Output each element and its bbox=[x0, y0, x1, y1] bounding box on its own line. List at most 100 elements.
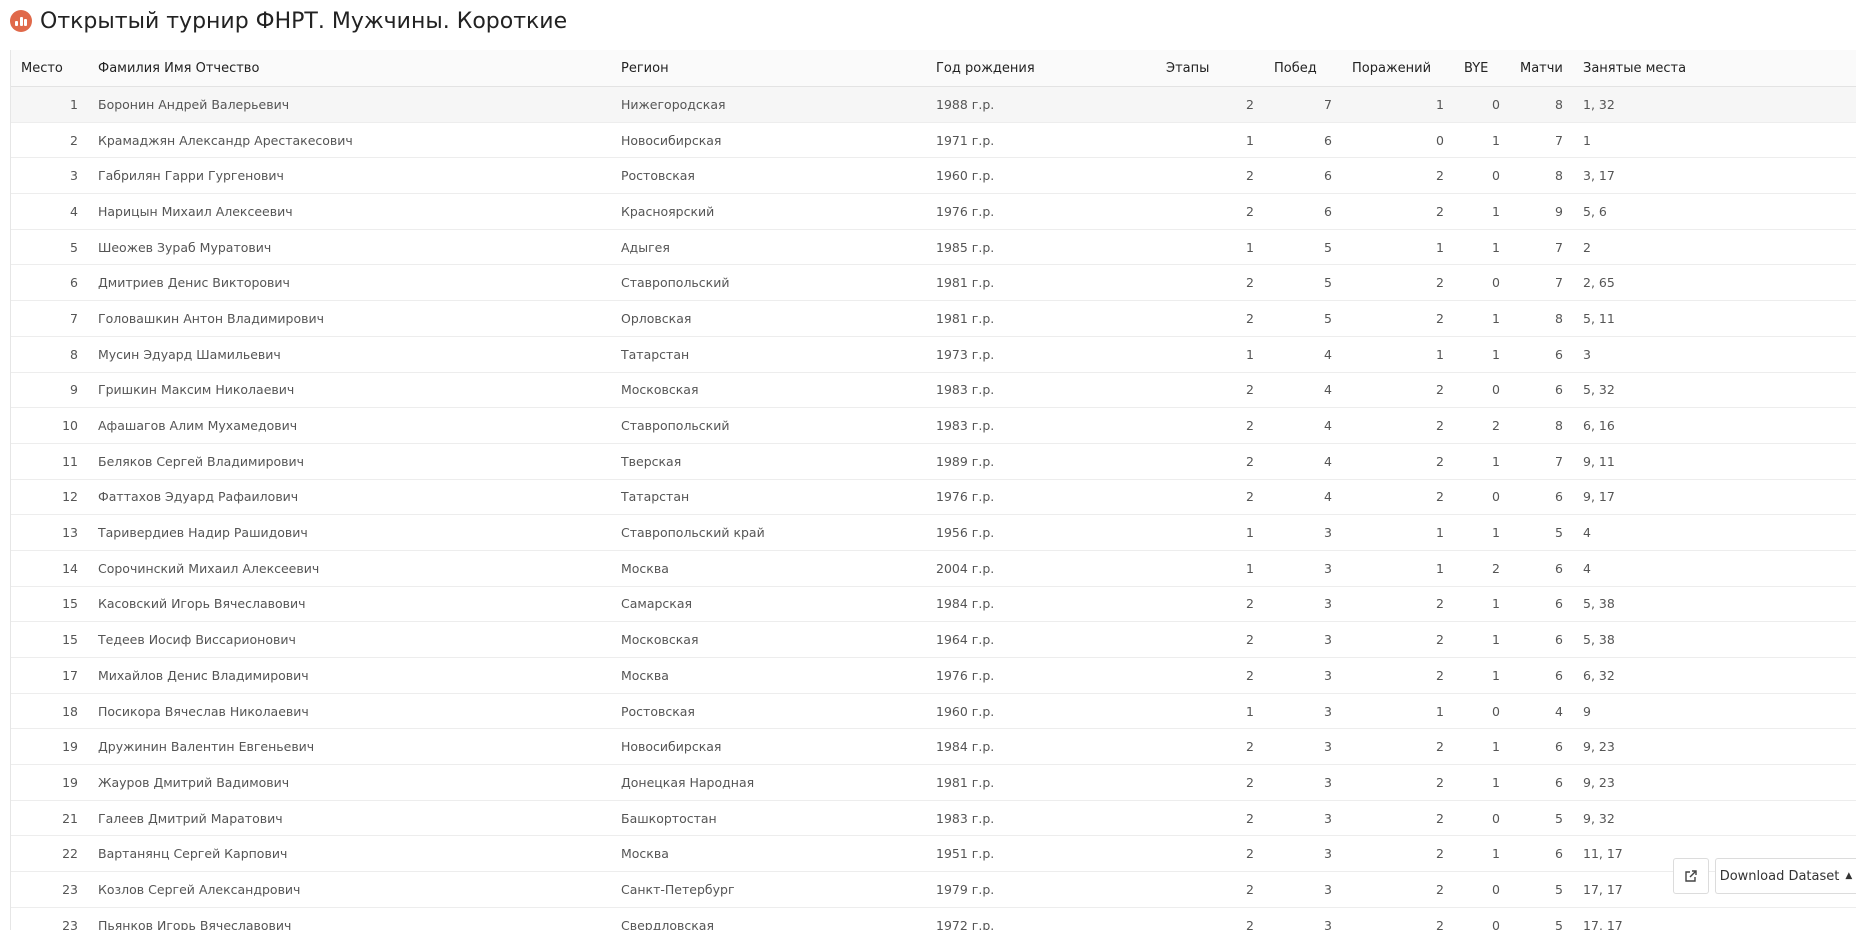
table-cell: 17, 17 bbox=[1573, 907, 1856, 930]
table-row: 18 Посикора Вячеслав Николаевич Ростовская… bbox=[11, 693, 1856, 730]
table-cell: 1976 г.р. bbox=[926, 657, 1156, 694]
table-cell: 1951 г.р. bbox=[926, 835, 1156, 873]
table-cell: 11 bbox=[11, 443, 88, 480]
column-header-bye[interactable]: BYE bbox=[1454, 50, 1510, 87]
column-header-losses[interactable]: Поражений bbox=[1342, 50, 1454, 87]
table-cell: 2 bbox=[1342, 586, 1454, 623]
table-row: 11 Беляков Сергей Владимирович Тверская 198… bbox=[11, 443, 1856, 480]
table-cell: Москва bbox=[611, 550, 926, 587]
table-row: 1 Боронин Андрей Валерьевич Нижегородская 1… bbox=[11, 86, 1856, 123]
table-row: 8 Мусин Эдуард Шамильевич Татарстан 1973 г.… bbox=[11, 336, 1856, 373]
table-cell: 4 bbox=[11, 193, 88, 230]
table-cell: Самарская bbox=[611, 586, 926, 623]
table-cell: 1 bbox=[1342, 693, 1454, 730]
table-cell: Ростовская bbox=[611, 693, 926, 730]
table-cell: 4 bbox=[1264, 479, 1342, 516]
column-header-matches[interactable]: Матчи bbox=[1510, 50, 1573, 87]
table-cell: 2 bbox=[1342, 835, 1454, 873]
table-cell: 6 bbox=[1510, 550, 1573, 587]
table-cell: 6 bbox=[1510, 372, 1573, 409]
table-cell: 0 bbox=[1454, 479, 1510, 516]
page-title: Открытый турнир ФНРТ. Мужчины. Короткие bbox=[40, 8, 568, 34]
table-cell: 0 bbox=[1454, 907, 1510, 930]
download-dataset-button[interactable]: Download Dataset ▲ bbox=[1715, 858, 1856, 894]
table-cell: 14 bbox=[11, 550, 88, 587]
column-header-places-taken[interactable]: Занятые места bbox=[1573, 50, 1856, 87]
table-cell: Адыгея bbox=[611, 229, 926, 266]
table-cell: 12 bbox=[11, 479, 88, 516]
table-cell: 1 bbox=[1454, 122, 1510, 159]
table-cell: Новосибирская bbox=[611, 728, 926, 766]
table-cell: Москва bbox=[611, 657, 926, 694]
table-cell: Афашагов Алим Мухамедович bbox=[88, 407, 611, 444]
table-cell: 2 bbox=[1156, 907, 1264, 930]
table-cell: 3 bbox=[1264, 728, 1342, 766]
table-cell: 5, 38 bbox=[1573, 621, 1856, 658]
table-cell: 4 bbox=[1264, 336, 1342, 373]
table-cell: Боронин Андрей Валерьевич bbox=[88, 86, 611, 123]
table-cell: 1 bbox=[11, 86, 88, 123]
table-cell: 2004 г.р. bbox=[926, 550, 1156, 587]
table-cell: 4 bbox=[1264, 443, 1342, 480]
table-cell: 1976 г.р. bbox=[926, 479, 1156, 516]
column-header-stages[interactable]: Этапы bbox=[1156, 50, 1264, 87]
table-cell: 5 bbox=[1510, 907, 1573, 930]
table-cell: 8 bbox=[11, 336, 88, 373]
table-row: 21 Галеев Дмитрий Маратович Башкортостан 19… bbox=[11, 800, 1856, 837]
table-cell: 2 bbox=[1342, 157, 1454, 195]
column-header-region[interactable]: Регион bbox=[611, 50, 926, 87]
table-cell: Ростовская bbox=[611, 157, 926, 195]
table-cell: 2 bbox=[1156, 407, 1264, 444]
table-cell: 9, 11 bbox=[1573, 443, 1856, 480]
table-cell: Дмитриев Денис Викторович bbox=[88, 264, 611, 302]
column-header-birth-year[interactable]: Год рождения bbox=[926, 50, 1156, 87]
table-cell: 1973 г.р. bbox=[926, 336, 1156, 373]
table-cell: 6 bbox=[1510, 336, 1573, 373]
table-cell: 1979 г.р. bbox=[926, 871, 1156, 908]
table-row: 9 Гришкин Максим Николаевич Московская 1983… bbox=[11, 372, 1856, 409]
column-header-name[interactable]: Фамилия Имя Отчество bbox=[88, 50, 611, 87]
table-cell: 17 bbox=[11, 657, 88, 694]
table-cell: 1 bbox=[1454, 764, 1510, 801]
table-cell: 0 bbox=[1454, 800, 1510, 837]
table-cell: Дружинин Валентин Евгеньевич bbox=[88, 728, 611, 766]
column-header-wins[interactable]: Побед bbox=[1264, 50, 1342, 87]
table-cell: Новосибирская bbox=[611, 122, 926, 159]
table-cell: 9 bbox=[11, 372, 88, 409]
table-cell: 3 bbox=[1264, 514, 1342, 551]
table-cell: 7 bbox=[1510, 443, 1573, 480]
table-cell: Нижегородская bbox=[611, 86, 926, 123]
table-cell: 2 bbox=[1156, 479, 1264, 516]
table-cell: Фаттахов Эдуард Рафаилович bbox=[88, 479, 611, 516]
column-header-place[interactable]: Место bbox=[11, 50, 88, 87]
table-row: 10 Афашагов Алим Мухамедович Ставропольски… bbox=[11, 407, 1856, 444]
table-cell: 1983 г.р. bbox=[926, 407, 1156, 444]
table-cell: Ставропольский bbox=[611, 264, 926, 302]
table-cell: 2 bbox=[1156, 157, 1264, 195]
table-cell: 1 bbox=[1454, 728, 1510, 766]
table-cell: 3 bbox=[1264, 586, 1342, 623]
table-cell: Гришкин Максим Николаевич bbox=[88, 372, 611, 409]
table-cell: 10 bbox=[11, 407, 88, 444]
table-cell: 2 bbox=[1156, 300, 1264, 337]
table-cell: 6 bbox=[1510, 586, 1573, 623]
table-cell: 0 bbox=[1454, 157, 1510, 195]
table-cell: 7 bbox=[1510, 229, 1573, 266]
table-cell: Тверская bbox=[611, 443, 926, 480]
table-cell: 5 bbox=[1510, 514, 1573, 551]
table-cell: 1981 г.р. bbox=[926, 764, 1156, 801]
table-cell: 8 bbox=[1510, 300, 1573, 337]
table-cell: 1 bbox=[1342, 514, 1454, 551]
table-cell: 4 bbox=[1510, 693, 1573, 730]
table-row: 4 Нарицын Михаил Алексеевич Красноярский 19… bbox=[11, 193, 1856, 230]
results-table: Место Фамилия Имя Отчество Регион Год ро… bbox=[11, 50, 1856, 930]
table-cell: Московская bbox=[611, 372, 926, 409]
table-cell: 2 bbox=[1156, 86, 1264, 123]
table-cell: 3 bbox=[11, 157, 88, 195]
table-cell: 15 bbox=[11, 621, 88, 658]
table-cell: 1964 г.р. bbox=[926, 621, 1156, 658]
table-cell: 1 bbox=[1454, 193, 1510, 230]
open-external-button[interactable] bbox=[1673, 858, 1709, 894]
table-cell: 9 bbox=[1573, 693, 1856, 730]
table-cell: 1 bbox=[1156, 514, 1264, 551]
